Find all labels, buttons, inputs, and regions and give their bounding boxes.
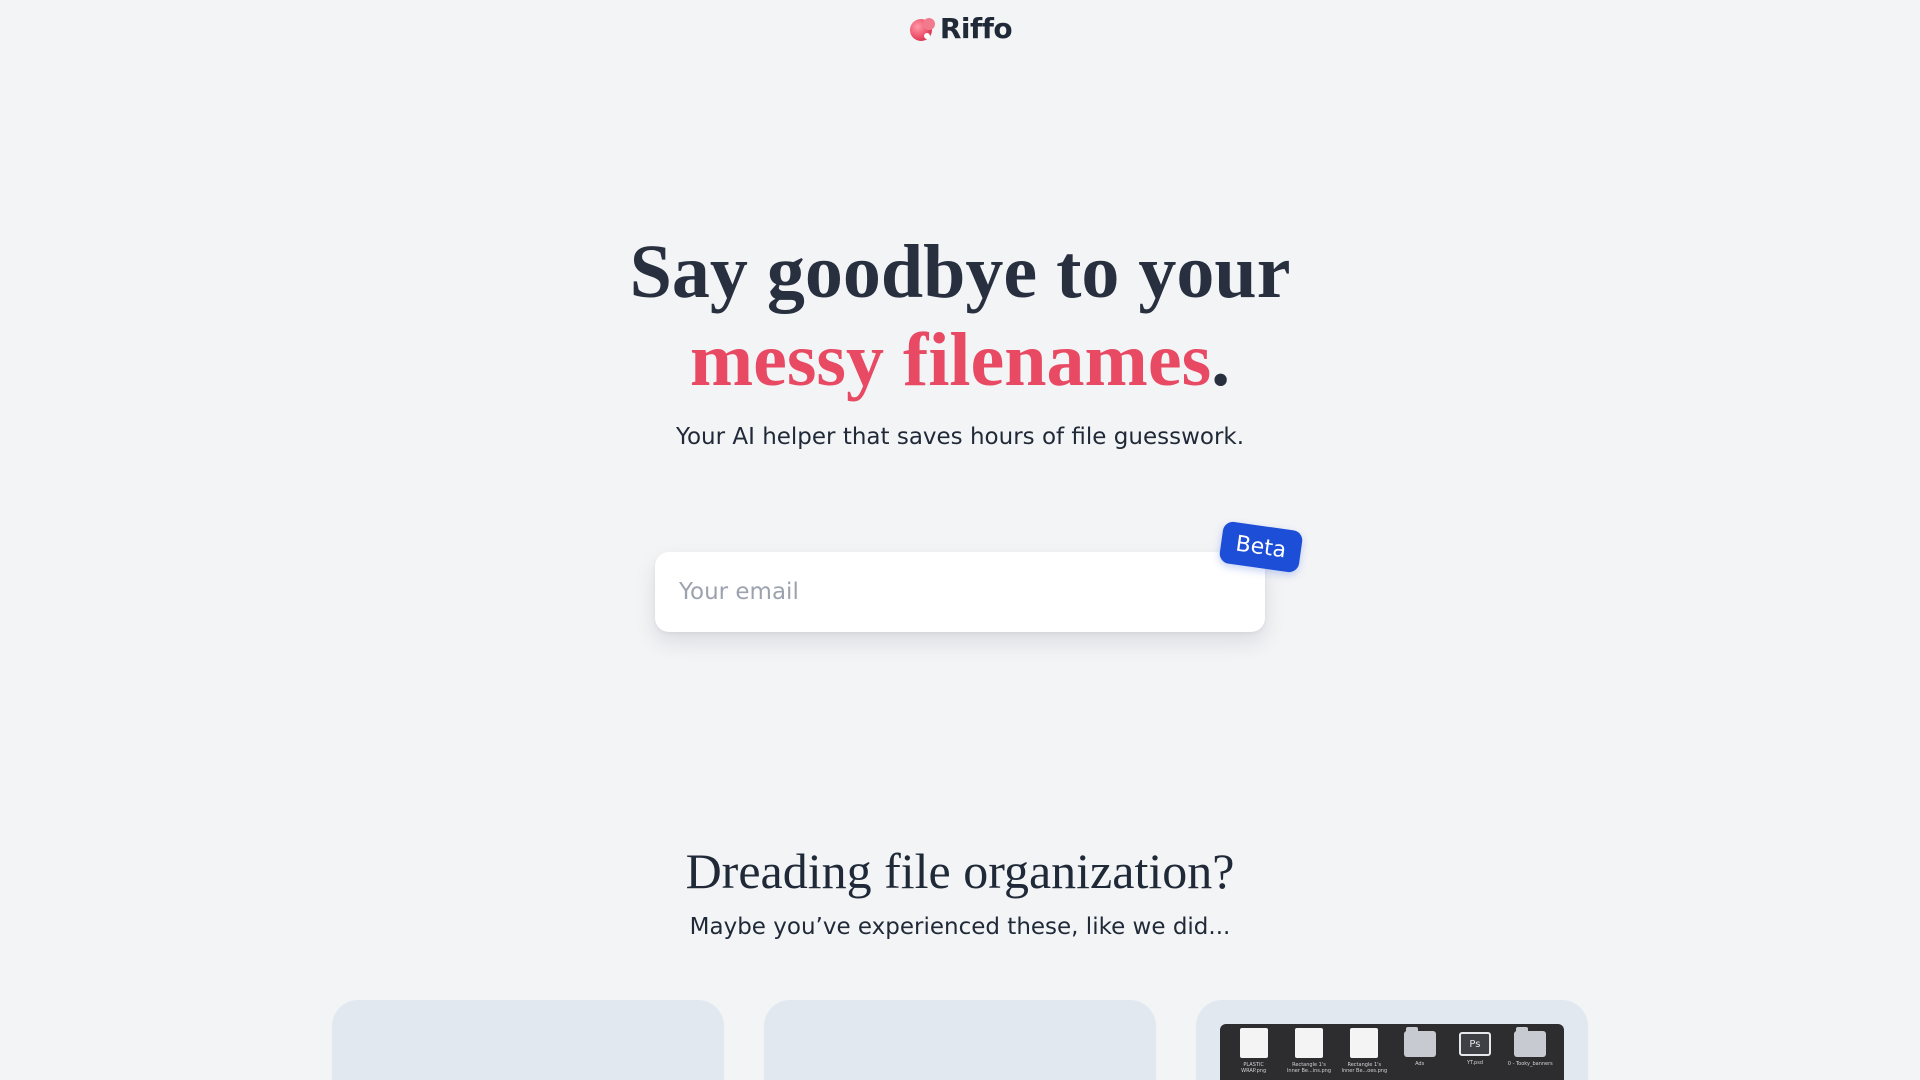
- email-input[interactable]: [655, 552, 1265, 632]
- hero-title-period: .: [1211, 318, 1231, 402]
- file-item: Rectangle 1's Inner Be...ins.png: [1286, 1028, 1332, 1074]
- brand-name: Riffo: [939, 12, 1013, 45]
- document-icon: [1294, 1028, 1323, 1058]
- file-label: Rectangle 1's Inner Be...oes.png: [1341, 1062, 1388, 1074]
- file-item: PLASTIC WRAP.png: [1231, 1028, 1277, 1074]
- blob-icon: [908, 14, 938, 44]
- hero-subtitle: Your AI helper that saves hours of file …: [675, 424, 1245, 450]
- file-item: Rectangle 1's Inner Be...oes.png: [1341, 1028, 1387, 1074]
- email-signup: Beta: [655, 520, 1304, 632]
- document-icon: [1350, 1028, 1379, 1058]
- file-label: PLASTIC WRAP.png: [1241, 1062, 1267, 1074]
- section-subtitle: Maybe you’ve experienced these, like we …: [689, 914, 1231, 940]
- folder-icon: [1514, 1027, 1547, 1057]
- file-item: Ps YT.psd: [1452, 1028, 1498, 1066]
- finder-window-screenshot: PLASTIC WRAP.png Rectangle 1's Inner Be.…: [1220, 1024, 1564, 1080]
- file-label: Ads: [1415, 1061, 1425, 1067]
- brand-logo[interactable]: Riffo: [0, 12, 1920, 45]
- problem-card: [332, 1000, 724, 1080]
- landing-page: Riffo Say goodbye to your messy filename…: [0, 0, 1920, 1080]
- folder-icon: [1403, 1027, 1436, 1057]
- hero-title-accent: messy filenames: [689, 318, 1212, 402]
- file-label: Rectangle 1's Inner Be...ins.png: [1286, 1062, 1332, 1074]
- file-item: Ads: [1397, 1027, 1443, 1067]
- hero-title-line: Say goodbye to your: [629, 230, 1291, 314]
- document-icon: [1239, 1028, 1268, 1058]
- problem-card: PLASTIC WRAP.png Rectangle 1's Inner Be.…: [1196, 1000, 1588, 1080]
- file-label: 0 - Tooky_banners: [1507, 1061, 1553, 1067]
- file-label: YT.psd: [1466, 1060, 1483, 1066]
- hero-title: Say goodbye to your messy filenames.: [0, 228, 1920, 404]
- file-item: 0 - Tooky_banners: [1507, 1027, 1553, 1067]
- section-title: Dreading file organization?: [685, 843, 1235, 899]
- monitor-icon: Ps: [1458, 1032, 1491, 1056]
- problem-card: [764, 1000, 1156, 1080]
